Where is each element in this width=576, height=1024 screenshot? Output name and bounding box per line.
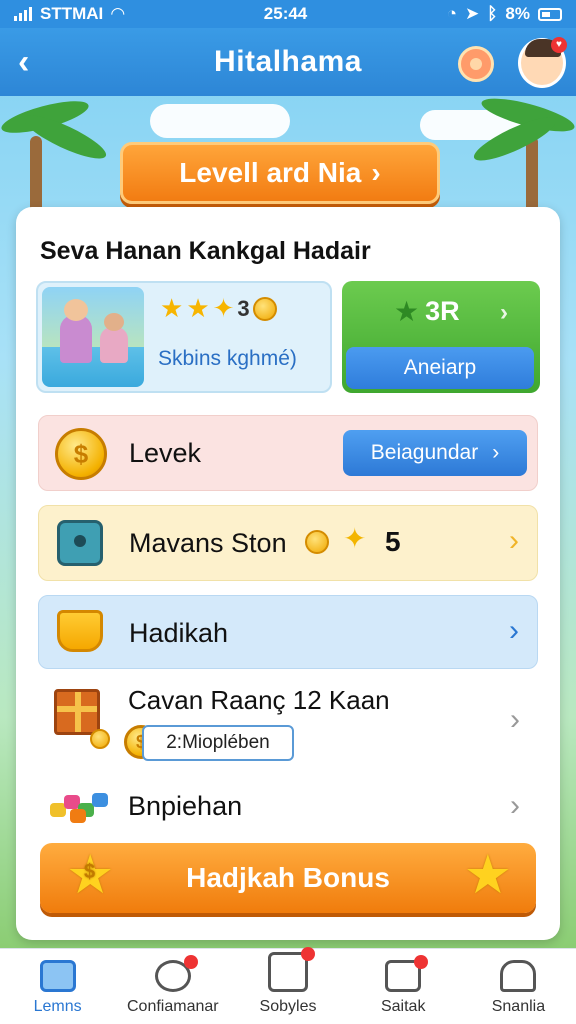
tab-label: Snanlia [491,998,546,1015]
gems-icon [50,789,112,825]
row-value: 5 [385,526,401,557]
list-icon [500,960,537,992]
coin-icon [305,530,329,554]
home-icon [39,960,76,992]
card-title: Seva Hanan Kankgal Hadair [40,237,371,265]
notification-badge [301,947,315,961]
tab-label: Lemns [33,998,82,1015]
coin-icon [90,729,110,749]
row-label: Mavans Ston [129,528,287,558]
bluetooth-icon: ᛒ [487,4,498,23]
chevron-right-icon: › [371,157,381,188]
level-button-label: Levell ard Nia [179,157,362,188]
chat-icon [154,955,198,992]
notification-badge: ♥ [551,37,567,53]
tab-label: Sobyles [259,998,317,1015]
promo-subtitle: Skbins kghmé) [158,347,297,370]
pot-icon [57,610,103,652]
chevron-right-icon: › [510,789,520,822]
status-bar: STTMAI ◠ 25:44 ◔ ➤ ᛒ 8% [0,0,576,28]
notification-badge [183,955,198,969]
gift-icon [54,689,100,735]
star-icon: ★ $ [66,845,115,905]
tab-label: Saitak [380,998,426,1015]
stars-count: 3 [237,295,250,321]
tab-label: Confiamanar [127,998,219,1015]
page-title: Hitalhama [214,45,362,78]
star-icon: ✦ [212,293,235,323]
back-button[interactable]: ‹ [18,42,54,82]
battery-icon [538,7,562,21]
location-icon: ➤ [464,4,480,23]
stars-rating: ★ ★ ✦ 3 [160,293,277,324]
main-card: Seva Hanan Kankgal Hadair ★ ★ ✦ 3 Skbins… [16,207,560,940]
row-label: Bnpiehan [128,791,243,821]
battery-percent: 8% [505,4,530,23]
notification-badge [414,955,429,969]
row-action-label: Beiagundar [370,441,479,464]
list-item-bnpiehan[interactable]: Bnpiehan › [38,777,538,837]
bonus-button[interactable]: ★ $ Hadjkah Bonus ★ [40,843,536,913]
row-label: Hadikah [129,618,229,648]
row-label: Levek [129,438,202,468]
chevron-right-icon: › [509,524,519,557]
list-item-level[interactable]: $ Levek Beiagundar › [38,415,538,491]
chevron-right-icon: › [500,299,508,326]
cube-icon [57,520,103,566]
list-item-hadikah[interactable]: Hadikah › [38,595,538,669]
score-value: 3R [425,296,460,326]
score-action-button[interactable]: Aneiarp [346,347,534,389]
coin-icon [252,296,277,321]
mail-icon [385,955,429,992]
row-tag: 2:Mioplében [142,725,294,761]
signal-icon [14,7,32,21]
tab-lemns[interactable]: Lemns [0,949,115,1024]
chevron-right-icon: › [492,441,500,464]
row-label: Cavan Raanç 12 Kaan [128,685,390,715]
level-button[interactable]: Levell ard Nia › [120,142,440,204]
star-icon: ★ [160,293,184,323]
characters-illustration [42,287,144,387]
avatar-small[interactable] [458,46,494,82]
app-header: ‹ Hitalhama ♥ [0,28,576,96]
star-icon: ★ [394,296,420,327]
tab-bar: Lemns Confiamanar Sobyles Saitak Snanlia [0,947,576,1024]
row-action-button[interactable]: Beiagundar › [343,430,527,476]
clock: 25:44 [263,4,308,23]
chevron-left-icon: ‹ [18,43,30,81]
chevron-right-icon: › [509,614,519,647]
list-item-mavans[interactable]: Mavans Ston ✦ 5 › [38,505,538,581]
score-panel[interactable]: ★ 3R › Aneiarp [342,281,540,393]
wifi-icon: ◠ [111,4,125,23]
alarm-icon: ◔ [446,4,457,23]
tab-saitak[interactable]: Saitak [346,949,461,1024]
star-icon: ★ [186,293,210,323]
chevron-right-icon: › [510,703,520,736]
coin-icon: $ [55,428,107,480]
avatar-profile[interactable]: ♥ [518,37,567,88]
cloud-decoration [150,104,290,138]
tab-snanlia[interactable]: Snanlia [461,949,576,1024]
tab-sobyles[interactable]: Sobyles [230,947,345,1024]
promo-panel[interactable]: ★ ★ ✦ 3 Skbins kghmé) [36,281,332,393]
tab-confiamanar[interactable]: Confiamanar [115,949,230,1024]
star-icon: ★ [463,845,512,905]
tablet-icon [268,947,315,992]
bonus-button-label: Hadjkah Bonus [186,862,390,893]
carrier-name: STTMAI [40,4,104,23]
sparkle-icon: ✦ [343,523,367,554]
